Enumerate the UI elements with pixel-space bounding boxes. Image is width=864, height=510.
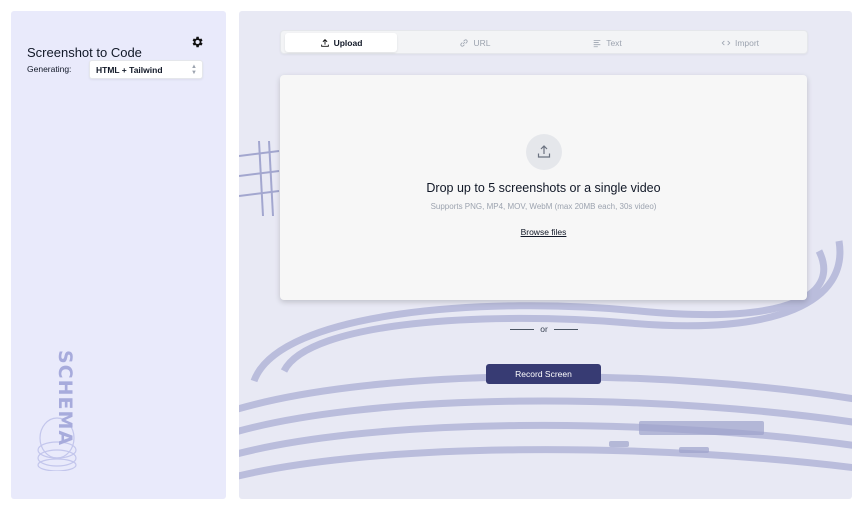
app-title: Screenshot to Code (27, 45, 142, 60)
tab-text[interactable]: Text (551, 33, 663, 52)
upload-icon (537, 145, 551, 158)
dropzone-headline: Drop up to 5 screenshots or a single vid… (426, 181, 661, 195)
tab-upload[interactable]: Upload (285, 33, 397, 52)
stack-select-value: HTML + Tailwind (96, 65, 163, 75)
supported-formats: Supports PNG, MP4, MOV, WebM (max 20MB e… (430, 202, 657, 211)
gear-icon[interactable] (190, 35, 204, 49)
or-text: or (540, 324, 548, 334)
code-icon (721, 40, 731, 45)
schema-watermark-logo: SCHEMA (37, 350, 77, 471)
record-screen-button[interactable]: Record Screen (486, 364, 601, 384)
upload-circle (526, 134, 562, 170)
divider-line (510, 328, 535, 330)
text-icon (593, 39, 601, 47)
tab-url-label: URL (473, 37, 491, 48)
tab-import-label: Import (734, 37, 760, 48)
input-mode-tabs: Upload URL Text Import (280, 30, 808, 54)
main-panel: Upload URL Text Import Drop up to 5 scre… (239, 11, 852, 499)
divider-line (553, 328, 578, 330)
upload-icon (320, 38, 329, 47)
upload-dropzone[interactable]: Drop up to 5 screenshots or a single vid… (280, 75, 807, 300)
sidebar: Screenshot to Code Generating: HTML + Ta… (11, 11, 226, 499)
select-chevron-icon: ▲ ▼ (191, 64, 197, 76)
watermark-text: SCHEMA (54, 350, 76, 446)
browse-files-link[interactable]: Browse files (521, 227, 567, 237)
tab-text-label: Text (606, 37, 622, 48)
tab-url[interactable]: URL (419, 33, 531, 52)
link-icon (460, 38, 469, 47)
tab-upload-label: Upload (333, 37, 363, 48)
stack-select[interactable]: HTML + Tailwind ▲ ▼ (89, 60, 203, 79)
or-divider: or (509, 323, 579, 335)
tab-import[interactable]: Import (684, 33, 796, 52)
generating-label: Generating: (27, 64, 72, 74)
